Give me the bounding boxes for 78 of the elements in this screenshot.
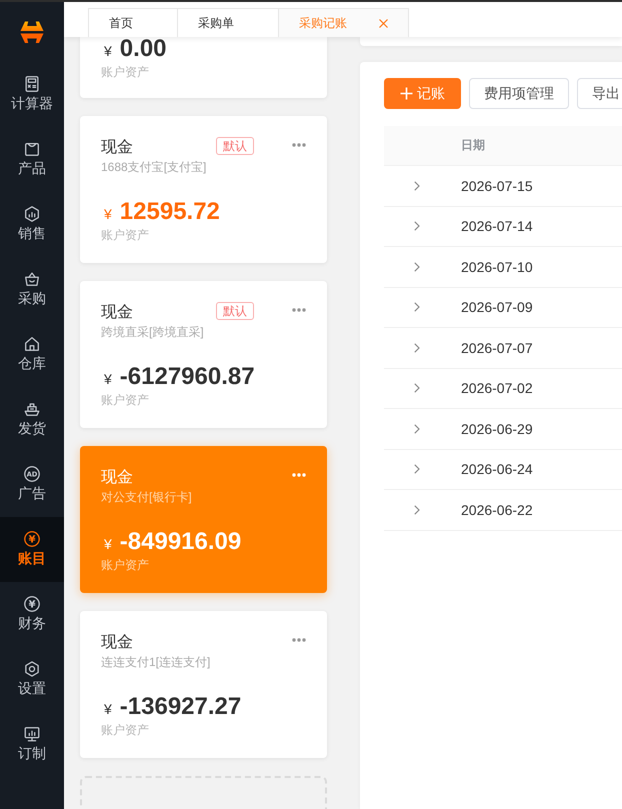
balance-label: 账户资产 [101,557,150,574]
balance-label: 账户资产 [101,722,150,739]
currency-symbol: ¥ [104,370,112,389]
nav-item[interactable]: ¥ 财务 [0,582,64,647]
chevron-icon[interactable] [414,221,420,232]
nav-item[interactable]: 销售 [0,192,64,257]
currency-symbol: ¥ [104,700,112,719]
account-type: 连连支付1[连连支付] [101,654,212,671]
chevron-icon[interactable] [414,342,420,353]
currency-symbol: ¥ [104,535,112,554]
logo-icon[interactable] [19,20,45,44]
default-badge: 默认 [216,136,254,154]
basket-icon [23,270,41,288]
account-name: 现金 [101,468,133,488]
tab[interactable]: 采购单 [177,8,279,37]
account-name: 现金 [101,302,133,322]
more-icon[interactable] [292,308,306,312]
more-icon[interactable] [292,143,306,147]
account-type: 跨境直采[跨境直采] [101,324,205,341]
account-card[interactable]: 现金 默认 跨境直采[跨境直采] ¥ -6127960.87 账户资产 [80,281,327,428]
nav-item[interactable]: 订制 [0,712,64,777]
toolbar-button[interactable]: 导出 [577,78,622,109]
chevron-icon[interactable] [414,302,420,312]
more-icon[interactable] [292,473,306,477]
nav-item[interactable]: 仓库 [0,322,64,387]
balance-amount: 0.00 [120,37,167,61]
nav-item[interactable]: ¥ 账目 [0,517,64,582]
balance-amount: -6127960.87 [120,365,255,389]
bag-icon [23,140,41,158]
currency-symbol: ¥ [104,42,112,61]
currency-symbol: ¥ [104,205,112,224]
date-cell: 2026-06-24 [461,461,533,478]
gear-icon [23,660,41,678]
default-badge: 默认 [216,302,254,320]
date-cell: 2026-07-14 [461,218,533,234]
date-cell: 2026-06-22 [461,502,533,518]
date-cell: 2026-07-09 [461,299,533,316]
calculator-icon [23,75,41,93]
yen-icon: ¥ [23,595,41,613]
balance-amount: 12595.72 [120,200,220,224]
yen-icon: ¥ [23,530,41,548]
balance-label: 账户资产 [101,392,150,409]
nav-item[interactable]: 发货 [0,387,64,452]
nav-item[interactable]: 产品 [0,127,64,192]
date-cell: 2026-06-29 [461,420,533,437]
account-type: 1688支付宝[支付宝] [101,159,208,176]
account-card[interactable]: 现金 连连支付1[连连支付] ¥ -136927.27 账户资产 [80,611,327,758]
nav-item[interactable]: 设置 [0,647,64,712]
account-card[interactable]: ¥ 0.00 账户资产 [80,37,327,98]
more-icon[interactable] [292,638,306,642]
nav-item[interactable]: 计算器 [0,62,64,127]
account-card[interactable]: 现金 默认 1688支付宝[支付宝] ¥ 12595.72 账户资产 [80,116,327,263]
chevron-icon[interactable] [414,180,420,191]
balance-amount: -849916.09 [120,530,242,554]
toolbar-button[interactable]: 费用项管理 [469,78,569,109]
chevron-icon[interactable] [414,504,420,515]
account-type: 对公支付[银行卡] [101,489,193,506]
balance-label: 账户资产 [101,227,150,244]
monitor-chart-icon [23,725,41,743]
chevron-icon[interactable] [414,383,420,394]
date-cell: 2026-07-15 [461,178,533,194]
close-icon[interactable] [379,18,388,28]
hexagon-chart-icon [23,205,41,223]
date-cell: 2026-07-02 [461,380,533,396]
account-name: 现金 [101,138,133,158]
plus-icon [400,87,413,100]
date-cell: 2026-07-07 [461,340,533,356]
chevron-icon[interactable] [414,262,420,272]
chevron-icon[interactable] [414,464,420,474]
account-name: 现金 [101,632,133,652]
column-header: 日期 [461,137,485,154]
balance-amount: -136927.27 [120,695,242,719]
date-cell: 2026-07-10 [461,258,533,275]
nav-item[interactable]: 采购 [0,257,64,322]
tab[interactable]: 首页 [88,8,178,37]
chevron-icon[interactable] [414,424,420,434]
balance-label: 账户资产 [101,64,150,81]
house-icon [23,335,41,353]
